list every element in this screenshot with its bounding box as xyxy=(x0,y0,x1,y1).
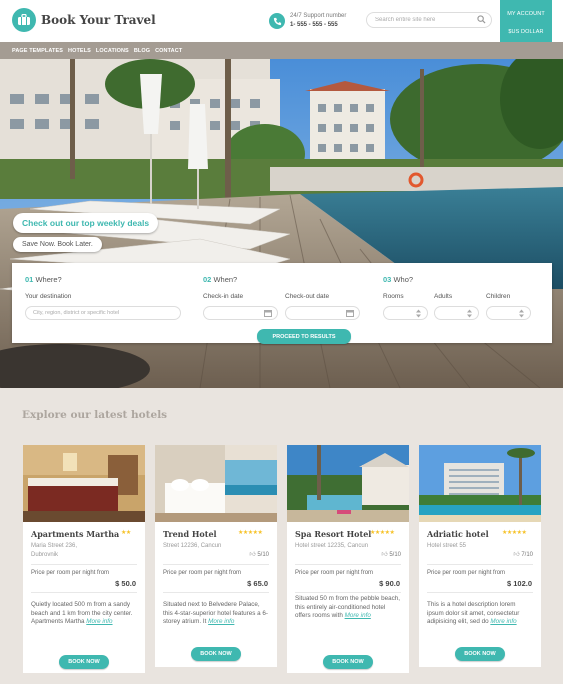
my-account-link[interactable]: MY ACCOUNT xyxy=(500,11,552,17)
thumbs-up-icon: 👍︎ xyxy=(381,552,388,558)
phone-icon xyxy=(269,13,285,29)
top-header: Book Your Travel 24/7 Support number 1- … xyxy=(0,0,563,42)
main-nav: PAGE TEMPLATES HOTELS LOCATIONS BLOG CON… xyxy=(0,42,563,59)
hotel-description: Situated 50 m from the pebble beach, thi… xyxy=(295,595,401,619)
adults-select[interactable] xyxy=(434,306,479,320)
support-block: 24/7 Support number 1- 555 - 555 - 555 xyxy=(269,12,346,30)
hotel-address: Hotel street 12235, Cancun xyxy=(295,543,369,549)
divider xyxy=(31,564,137,565)
more-info-link[interactable]: More info xyxy=(208,618,234,625)
checkout-date-input[interactable] xyxy=(285,306,360,320)
destination-label: Your destination xyxy=(25,293,72,300)
guest-rating: 👍︎ 7/10 xyxy=(513,552,533,558)
section-title: Explore our latest hotels xyxy=(22,409,168,421)
book-now-button[interactable]: BOOK NOW xyxy=(191,647,241,661)
nav-page-templates[interactable]: PAGE TEMPLATES xyxy=(12,48,63,54)
nav-contact[interactable]: CONTACT xyxy=(155,48,182,54)
nav-locations[interactable]: LOCATIONS xyxy=(96,48,129,54)
star-rating: ★★ xyxy=(121,530,131,536)
guest-rating: 👍︎ 5/10 xyxy=(249,552,269,558)
hotel-card[interactable]: Adriatic hotel ★★★★★ Hotel street 55 👍︎ … xyxy=(419,445,541,667)
hotel-description: Quietly located 500 m from a sandy beach… xyxy=(31,601,133,625)
thumbs-up-icon: 👍︎ xyxy=(513,552,520,558)
nav-hotels[interactable]: HOTELS xyxy=(68,48,91,54)
search-icon[interactable] xyxy=(477,15,486,26)
children-select[interactable] xyxy=(486,306,531,320)
book-now-button[interactable]: BOOK NOW xyxy=(455,647,505,661)
hotel-address: Maria Street 236, Dubrovnik xyxy=(31,543,78,558)
suitcase-icon xyxy=(12,8,36,32)
divider xyxy=(163,592,269,593)
hotel-description: This is a hotel description lorem ipsum … xyxy=(427,601,520,625)
price-value: $ 65.0 xyxy=(247,579,268,588)
price-value: $ 50.0 xyxy=(115,579,136,588)
hotel-photo xyxy=(155,445,277,522)
price-label: Price per room per night from xyxy=(427,570,506,576)
hotel-name[interactable]: Adriatic hotel xyxy=(427,529,489,539)
hotel-photo xyxy=(23,445,145,522)
support-phone: 1- 555 - 555 - 555 xyxy=(290,22,338,28)
adults-label: Adults xyxy=(434,293,453,300)
star-rating: ★★★★★ xyxy=(370,530,395,536)
checkin-date-input[interactable] xyxy=(203,306,278,320)
logo[interactable]: Book Your Travel xyxy=(12,8,156,32)
currency-selector[interactable]: $US DOLLAR xyxy=(500,29,552,35)
weekly-deals-badge[interactable]: Check out our top weekly deals xyxy=(13,213,159,233)
calendar-icon xyxy=(346,309,354,319)
star-rating: ★★★★★ xyxy=(238,530,263,536)
destination-input[interactable]: City, region, district or specific hotel xyxy=(25,306,181,320)
more-info-link[interactable]: More info xyxy=(86,618,112,625)
rooms-select[interactable] xyxy=(383,306,428,320)
hotel-name[interactable]: Spa Resort Hotel xyxy=(295,529,371,539)
divider xyxy=(427,564,533,565)
hotel-photo xyxy=(419,445,541,522)
guest-rating: 👍︎ 5/10 xyxy=(381,552,401,558)
nav-blog[interactable]: BLOG xyxy=(134,48,150,54)
book-now-button[interactable]: BOOK NOW xyxy=(323,655,373,669)
book-now-button[interactable]: BOOK NOW xyxy=(59,655,109,669)
price-label: Price per room per night from xyxy=(295,570,374,576)
step-who-title: 03 Who? xyxy=(383,275,414,284)
divider xyxy=(31,592,137,593)
children-label: Children xyxy=(486,293,511,300)
hotel-name[interactable]: Trend Hotel xyxy=(163,529,217,539)
divider xyxy=(163,564,269,565)
price-value: $ 90.0 xyxy=(379,579,400,588)
spinner-arrows-icon xyxy=(415,309,422,320)
hotel-description: Situated next to Belvedere Palace, this … xyxy=(163,601,268,625)
checkout-label: Check-out date xyxy=(285,293,330,300)
hotel-name[interactable]: Apartments Martha xyxy=(31,529,119,539)
hotel-card[interactable]: Spa Resort Hotel ★★★★★ Hotel street 1223… xyxy=(287,445,409,673)
price-value: $ 102.0 xyxy=(506,579,532,588)
spinner-arrows-icon xyxy=(518,309,525,320)
hotel-card[interactable]: Trend Hotel ★★★★★ Street 12236, Cancun 👍… xyxy=(155,445,277,667)
divider xyxy=(295,564,401,565)
price-label: Price per room per night from xyxy=(163,570,242,576)
divider xyxy=(295,592,401,593)
proceed-to-results-button[interactable]: PROCEED TO RESULTS xyxy=(257,329,351,344)
hotel-address: Street 12236, Cancun xyxy=(163,543,222,549)
price-label: Price per room per night from xyxy=(31,570,110,576)
star-rating: ★★★★★ xyxy=(502,530,527,536)
save-now-tagline: Save Now. Book Later. xyxy=(13,237,102,252)
checkin-label: Check-in date xyxy=(203,293,244,300)
hotel-photo xyxy=(287,445,409,522)
search-box xyxy=(366,12,492,28)
step-where-title: 01 Where? xyxy=(25,275,62,284)
brand-name: Book Your Travel xyxy=(41,13,156,27)
calendar-icon xyxy=(264,309,272,319)
divider xyxy=(427,592,533,593)
booking-form: 01 Where? Your destination City, region,… xyxy=(12,263,552,344)
step-when-title: 02 When? xyxy=(203,275,238,284)
thumbs-up-icon: 👍︎ xyxy=(249,552,256,558)
hotel-address: Hotel street 55 xyxy=(427,543,467,549)
hotel-card[interactable]: Apartments Martha ★★ Maria Street 236, Du… xyxy=(23,445,145,673)
more-info-link[interactable]: More info xyxy=(345,612,371,619)
support-label: 24/7 Support number xyxy=(290,13,347,19)
more-info-link[interactable]: More info xyxy=(490,618,516,625)
spinner-arrows-icon xyxy=(466,309,473,320)
search-input[interactable] xyxy=(367,13,472,27)
rooms-label: Rooms xyxy=(383,293,404,300)
